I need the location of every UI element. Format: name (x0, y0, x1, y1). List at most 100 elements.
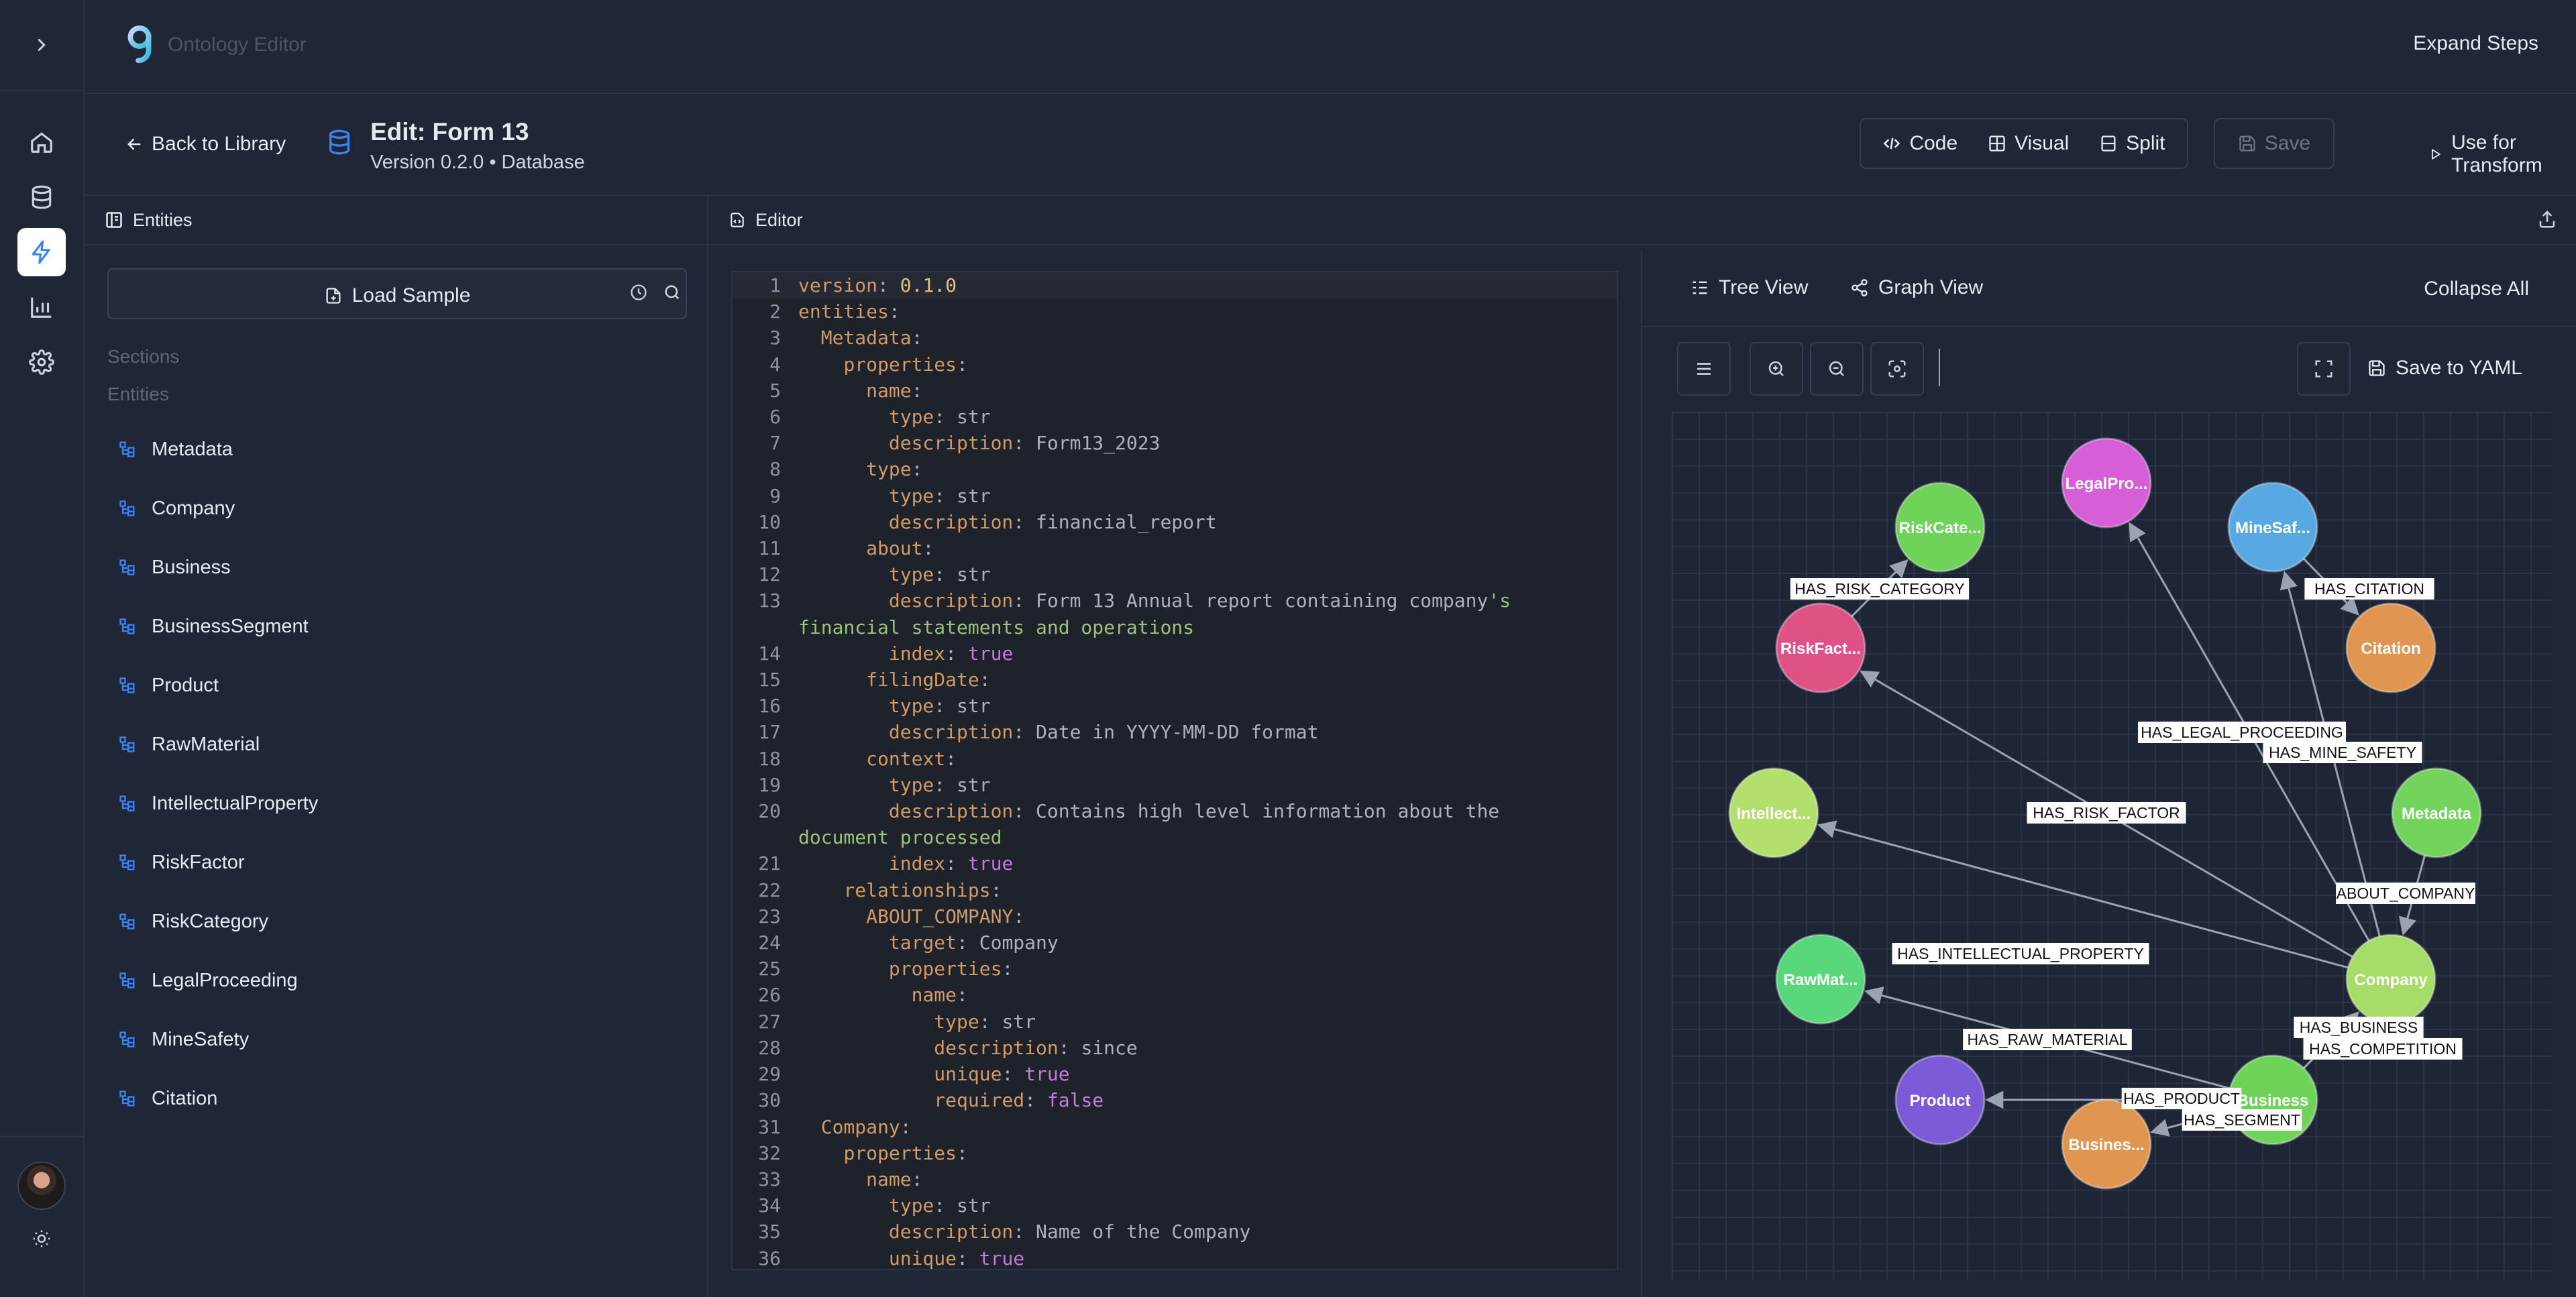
code-line[interactable]: financial statements and operations (733, 614, 1617, 640)
graph-canvas[interactable]: RiskCate... LegalPro... MineSaf... RiskFact… (1672, 412, 2552, 1280)
code-line[interactable]: 2 entities: (733, 298, 1617, 325)
line-number: 24 (758, 932, 781, 954)
code-editor[interactable]: 1 version: 0.1.0 2 entities: 3 Metadata: 4 pr… (731, 271, 1618, 1270)
code-line[interactable]: 13 description: Form 13 Annual report co… (733, 587, 1617, 614)
graph-node[interactable]: Product (1894, 1054, 1986, 1145)
entity-item[interactable]: MineSafety (118, 1010, 318, 1069)
code-line[interactable]: 23 ABOUT_COMPANY: (733, 903, 1617, 929)
code-line[interactable]: document processed (733, 824, 1617, 850)
nav-analytics[interactable] (17, 283, 66, 331)
entity-item[interactable]: Business (118, 538, 318, 597)
history-icon[interactable] (629, 283, 648, 302)
fullscreen-button[interactable] (2297, 342, 2351, 396)
line-text: properties: (843, 1141, 968, 1164)
entity-label: IntellectualProperty (152, 792, 319, 814)
code-line[interactable]: 27 type: str (733, 1009, 1617, 1035)
graph-node[interactable]: Busines... (2061, 1098, 2152, 1190)
expand-steps-button[interactable]: Expand Steps (2413, 32, 2538, 55)
export-button[interactable] (2537, 209, 2557, 235)
entity-item[interactable]: Citation (118, 1069, 318, 1128)
code-line[interactable]: 26 name: (733, 982, 1617, 1008)
code-line[interactable]: 12 type: str (733, 561, 1617, 587)
code-line[interactable]: 24 target: Company (733, 929, 1617, 956)
mode-split-button[interactable]: Split (2099, 132, 2165, 155)
search-icon[interactable] (663, 283, 682, 302)
entity-item[interactable]: RawMaterial (118, 715, 318, 774)
entity-item[interactable]: Company (118, 479, 318, 538)
code-line[interactable]: 1 version: 0.1.0 (733, 272, 1617, 299)
entity-item[interactable]: RiskCategory (118, 892, 318, 951)
code-line[interactable]: 16 type: str (733, 693, 1617, 719)
nav-settings[interactable] (17, 338, 66, 386)
rail-toggle[interactable] (0, 0, 83, 91)
graph-node[interactable]: Metadata (2391, 767, 2482, 858)
nav-home[interactable] (17, 118, 66, 166)
graph-node[interactable]: RiskFact... (1775, 602, 1866, 693)
load-sample-button[interactable]: Load Sample (109, 284, 686, 307)
avatar[interactable] (17, 1162, 66, 1210)
entity-item[interactable]: Metadata (118, 420, 318, 479)
code-line[interactable]: 25 properties: (733, 956, 1617, 982)
entity-item[interactable]: RiskFactor (118, 833, 318, 892)
entity-item[interactable]: BusinessSegment (118, 597, 318, 656)
code-line[interactable]: 20 description: Contains high level info… (733, 798, 1617, 824)
zoom-in-button[interactable] (1750, 342, 1803, 396)
graph-node[interactable]: RawMat... (1775, 934, 1866, 1025)
code-line[interactable]: 3 Metadata: (733, 325, 1617, 351)
code-line[interactable]: 21 index: true (733, 850, 1617, 877)
nav-database[interactable] (17, 173, 66, 221)
entity-item[interactable]: IntellectualProperty (118, 774, 318, 833)
code-line[interactable]: 11 about: (733, 535, 1617, 561)
tab-tree-view[interactable]: Tree View (1690, 276, 1808, 299)
graph-node[interactable]: Intellect... (1728, 767, 1819, 858)
entity-item[interactable]: LegalProceeding (118, 951, 318, 1010)
code-line[interactable]: 6 type: str (733, 404, 1617, 430)
fit-view-button[interactable] (1870, 342, 1924, 396)
code-line[interactable]: 19 type: str (733, 772, 1617, 798)
theme-toggle[interactable] (0, 1229, 83, 1249)
code-line[interactable]: 31 Company: (733, 1114, 1617, 1140)
toolbar-divider (1939, 349, 1940, 386)
nav-transform[interactable] (17, 228, 66, 276)
tab-graph-view[interactable]: Graph View (1850, 276, 1983, 299)
code-line[interactable]: 28 description: since (733, 1035, 1617, 1061)
menu-button[interactable] (1677, 342, 1731, 396)
code-line[interactable]: 18 context: (733, 746, 1617, 772)
code-line[interactable]: 14 index: true (733, 640, 1617, 667)
code-line[interactable]: 9 type: str (733, 483, 1617, 509)
code-line[interactable]: 7 description: Form13_2023 (733, 430, 1617, 456)
code-line[interactable]: 32 properties: (733, 1140, 1617, 1166)
code-line[interactable]: 30 required: false (733, 1087, 1617, 1113)
code-line[interactable]: 15 filingDate: (733, 667, 1617, 693)
graph-node[interactable]: Company (2345, 934, 2436, 1025)
code-line[interactable]: 33 name: (733, 1166, 1617, 1192)
edge-label-text: HAS_MINE_SAFETY (2269, 744, 2416, 761)
zoom-out-button[interactable] (1810, 342, 1864, 396)
code-line[interactable]: 8 type: (733, 456, 1617, 482)
mode-visual-button[interactable]: Visual (1988, 132, 2069, 155)
graph-node[interactable]: MineSaf... (2227, 482, 2318, 573)
graph-node[interactable]: Business (2227, 1054, 2318, 1145)
graph-node[interactable]: RiskCate... (1894, 482, 1986, 573)
code-line[interactable]: 17 description: Date in YYYY-MM-DD forma… (733, 719, 1617, 745)
ontology-graph[interactable]: RiskCate... LegalPro... MineSaf... RiskFact… (1672, 412, 2552, 1280)
collapse-all-button[interactable]: Collapse All (2424, 278, 2529, 300)
mode-code-button[interactable]: Code (1882, 132, 1957, 155)
back-to-library-button[interactable]: Back to Library (125, 133, 286, 156)
code-line[interactable]: 10 description: financial_report (733, 509, 1617, 535)
code-line[interactable]: 4 properties: (733, 351, 1617, 378)
code-line[interactable]: 34 type: str (733, 1192, 1617, 1219)
line-text: index: true (888, 642, 1014, 665)
code-line[interactable]: 22 relationships: (733, 877, 1617, 903)
entity-item[interactable]: Product (118, 656, 318, 715)
code-line[interactable]: 5 name: (733, 378, 1617, 404)
save-button[interactable]: Save (2214, 118, 2334, 169)
code-line[interactable]: 36 unique: true (733, 1245, 1617, 1269)
graph-node[interactable]: LegalPro... (2061, 437, 2152, 528)
graph-node[interactable]: Citation (2345, 602, 2436, 693)
save-to-yaml-button[interactable]: Save to YAML (2367, 357, 2522, 380)
page-title: Edit: Form 13 (370, 118, 529, 146)
code-line[interactable]: 35 description: Name of the Company (733, 1219, 1617, 1245)
code-line[interactable]: 29 unique: true (733, 1061, 1617, 1087)
use-for-transform-button[interactable]: Use for Transform (2428, 131, 2576, 177)
